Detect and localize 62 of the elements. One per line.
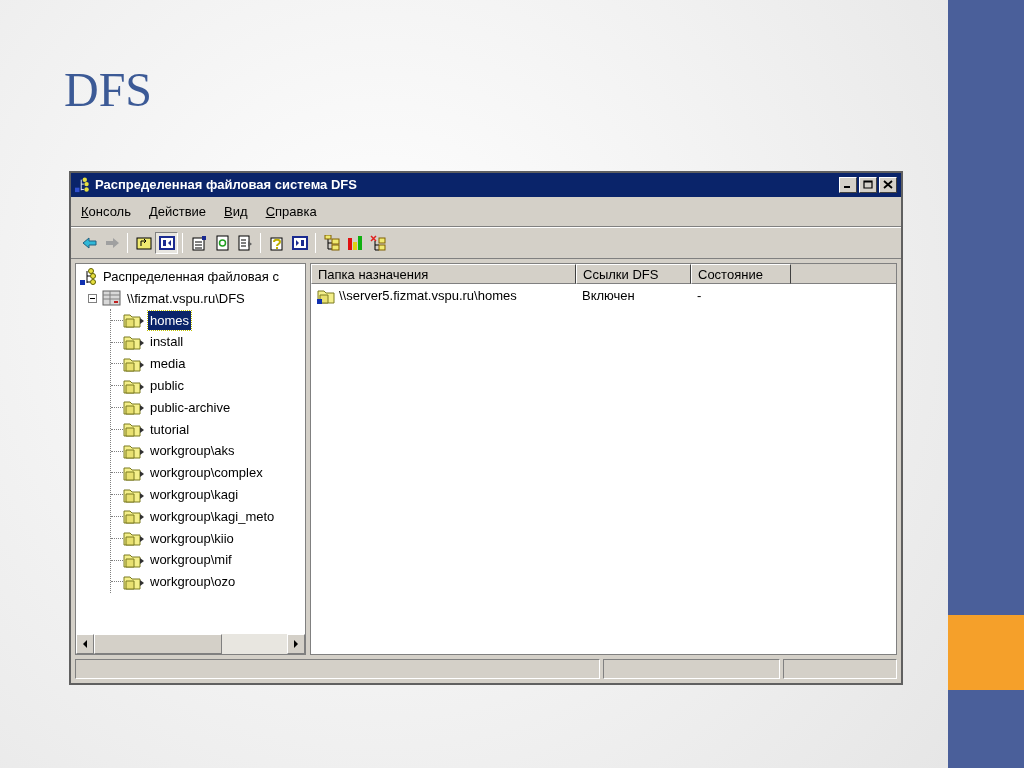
tree-item[interactable]: public (148, 375, 186, 396)
tree-item[interactable]: workgroup\ozo (148, 572, 238, 592)
back-arrow-icon (80, 234, 97, 251)
bar-chart-icon (346, 234, 363, 251)
tree-item[interactable]: workgroup\aks (148, 441, 237, 461)
tree-item[interactable]: workgroup\kagi_meto (148, 506, 277, 527)
tree-item[interactable]: \\fizmat.vspu.ru\DFS (125, 288, 247, 309)
scroll-right-button[interactable] (287, 633, 305, 654)
tree-item[interactable]: homes (148, 310, 192, 331)
close-icon (883, 180, 893, 190)
horizontal-scrollbar[interactable] (76, 633, 305, 654)
slide-title: DFS (64, 64, 153, 117)
panel-icon (158, 234, 175, 251)
folder-link-icon (123, 507, 145, 526)
tree-item[interactable]: workgroup\kiio (148, 528, 236, 548)
export-list-icon (236, 234, 253, 251)
window-title: Распределенная файловая система DFS (95, 176, 357, 195)
folder-link-icon (123, 311, 145, 330)
tree-item[interactable]: workgroup\complex (148, 463, 265, 483)
folder-link-icon (123, 398, 145, 417)
menu-item[interactable]: Консоль (77, 201, 135, 222)
tree-folders-icon (323, 234, 340, 251)
scroll-thumb[interactable] (94, 633, 222, 654)
toolbar-button[interactable] (155, 231, 178, 254)
table-cell-text: Включен (582, 287, 635, 306)
maximize-icon (863, 180, 873, 190)
folder-link-icon (123, 420, 145, 439)
dfs-root-icon (80, 267, 98, 286)
table-cell-text: - (697, 287, 702, 306)
folder-link-icon (123, 333, 145, 352)
menu-item[interactable]: Вид (220, 201, 252, 222)
left-arrow-icon (83, 639, 87, 648)
folder-link-icon (123, 442, 145, 461)
panel-icon (291, 234, 308, 251)
scroll-left-button[interactable] (76, 633, 94, 654)
refresh-icon (213, 234, 230, 251)
minimize-button[interactable] (839, 176, 857, 193)
server-icon (102, 289, 122, 308)
menu-item[interactable]: Действие (144, 201, 211, 222)
tree-item[interactable]: public-archive (148, 397, 233, 418)
dfs-root-icon (75, 176, 91, 193)
folder-link-icon (123, 551, 145, 570)
tree-item[interactable]: Распределенная файловая с (101, 266, 281, 287)
column-header[interactable]: Ссылки DFS (576, 263, 691, 284)
tree-item[interactable]: workgroup\kagi (148, 484, 241, 505)
tree-item[interactable]: tutorial (148, 419, 192, 439)
collapse-toggle[interactable] (88, 294, 97, 303)
column-header[interactable]: Состояние (691, 263, 791, 284)
tree-item[interactable]: workgroup\mif (148, 550, 234, 570)
help-icon (268, 234, 285, 251)
right-arrow-icon (294, 639, 298, 648)
menu-item[interactable]: Справка (261, 201, 321, 222)
tree-item[interactable]: media (148, 354, 188, 374)
maximize-button[interactable] (859, 176, 877, 193)
tree-item[interactable]: install (148, 332, 186, 352)
properties-icon (190, 234, 207, 251)
folder-up-icon (135, 234, 152, 251)
tree-remove-icon (369, 234, 386, 251)
close-button[interactable] (879, 176, 897, 193)
folder-link-icon (123, 529, 145, 548)
table-cell-text: \\server5.fizmat.vspu.ru\homes (339, 287, 517, 306)
column-header[interactable]: Папка назначения (311, 263, 576, 284)
